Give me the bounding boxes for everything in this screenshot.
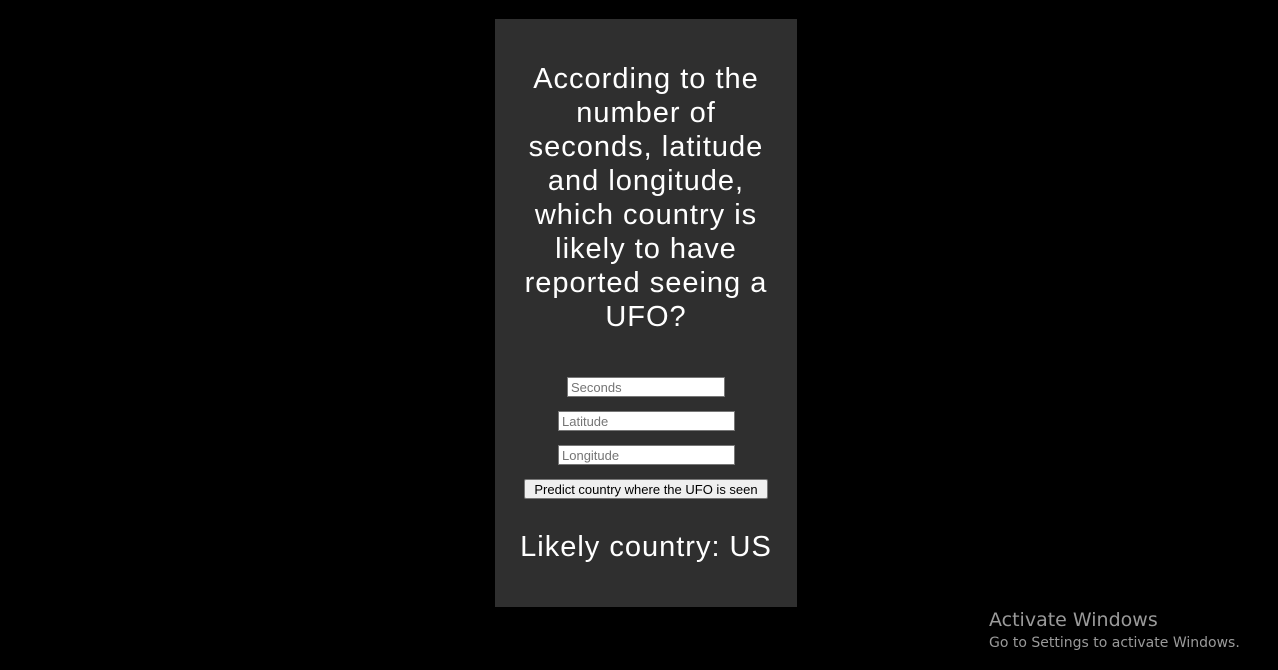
latitude-input[interactable] [558,411,735,431]
longitude-input[interactable] [558,445,735,465]
watermark-subtitle: Go to Settings to activate Windows. [989,635,1240,651]
page-title: According to the number of seconds, lati… [524,63,768,333]
seconds-input[interactable] [567,377,725,397]
activate-windows-watermark: Activate Windows Go to Settings to activ… [989,608,1240,654]
prediction-card: According to the number of seconds, lati… [495,19,797,607]
watermark-title: Activate Windows [989,609,1158,631]
predict-button[interactable]: Predict country where the UFO is seen [524,479,768,499]
prediction-result: Likely country: US [520,531,772,563]
